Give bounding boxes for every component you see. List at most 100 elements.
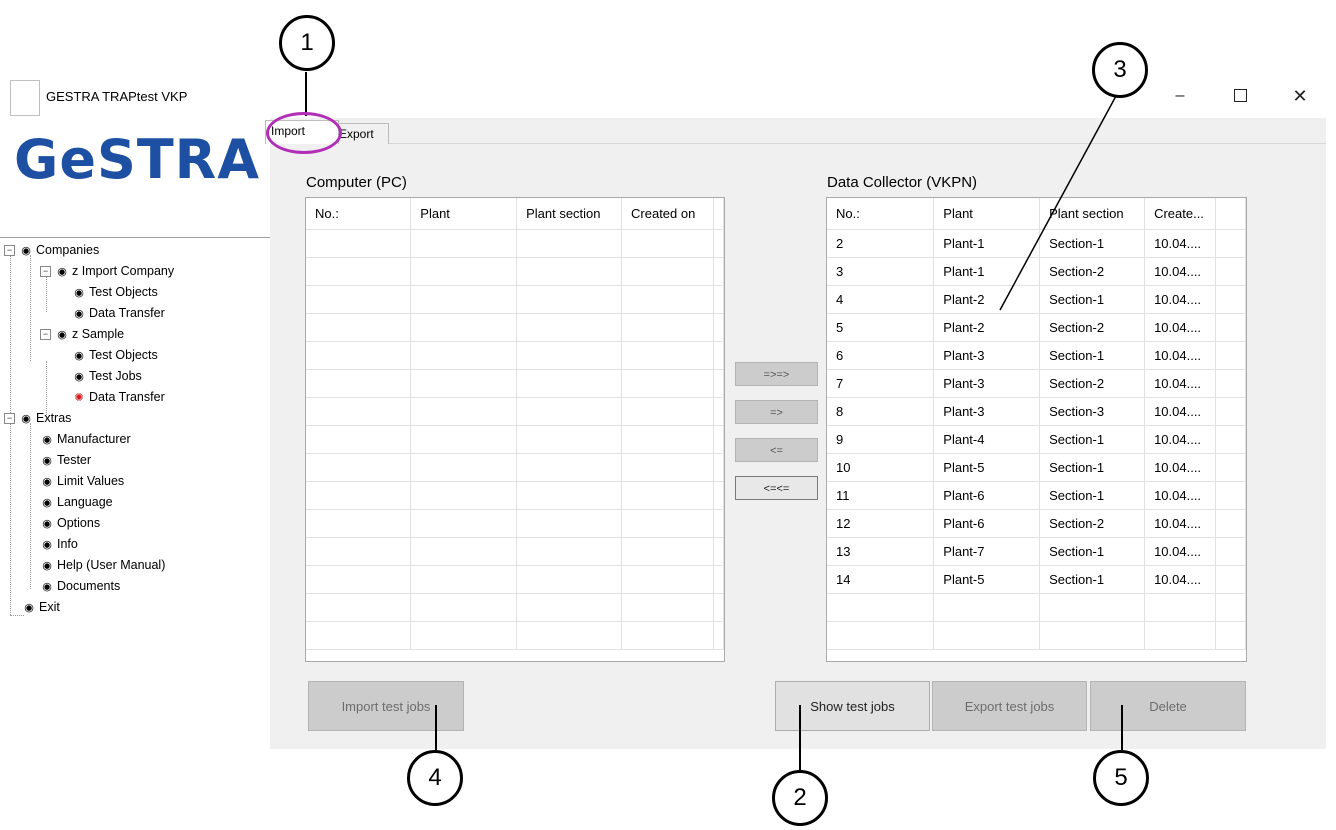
tree-node-data-transfer-active[interactable]: ✺ Data Transfer (72, 387, 164, 407)
table-row[interactable] (306, 257, 724, 286)
column-header[interactable]: No.: (306, 198, 412, 230)
tree-node-documents[interactable]: ◉ Documents (40, 576, 120, 596)
table-row[interactable]: 4 Plant-2 Section-1 10.04.... (827, 285, 1246, 314)
column-header[interactable]: Created on (621, 198, 714, 230)
table-cell (516, 313, 623, 342)
table-cell (516, 257, 623, 286)
table-row[interactable] (306, 565, 724, 594)
table-row[interactable]: 6 Plant-3 Section-1 10.04.... (827, 341, 1246, 370)
radio-bullet-icon: ◉ (57, 329, 67, 341)
move-all-right-button[interactable]: =>=> (735, 362, 818, 386)
tree-node-test-objects[interactable]: ◉ Test Objects (72, 345, 158, 365)
table-cell: Section-1 (1039, 229, 1146, 258)
tree-node-limit-values[interactable]: ◉ Limit Values (40, 471, 124, 491)
table-cell (621, 509, 714, 538)
minimize-button[interactable]: – (1170, 86, 1190, 106)
column-header[interactable]: Plant section (516, 198, 623, 230)
maximize-button[interactable] (1230, 86, 1250, 106)
move-right-button[interactable]: => (735, 400, 818, 424)
tree-node-z-sample[interactable]: − ◉ z Sample (40, 324, 124, 344)
table-cell: Plant-2 (933, 285, 1041, 314)
table-cell: Plant-3 (933, 341, 1041, 370)
table-row[interactable] (306, 341, 724, 370)
close-button[interactable]: ✕ (1290, 86, 1310, 106)
table-row[interactable] (306, 509, 724, 538)
table-row[interactable]: 9 Plant-4 Section-1 10.04.... (827, 425, 1246, 454)
table-cell (1215, 229, 1246, 258)
radio-bullet-icon: ◉ (42, 560, 52, 572)
table-cell: Section-1 (1039, 285, 1146, 314)
table-row[interactable] (306, 621, 724, 650)
column-header[interactable]: Plant (933, 198, 1041, 230)
vkpn-job-table[interactable]: No.: Plant Plant section Create... 2 Plan… (826, 197, 1247, 662)
table-cell (410, 425, 518, 454)
radio-bullet-icon: ◉ (74, 308, 84, 320)
pc-job-table[interactable]: No.: Plant Plant section Created on (305, 197, 725, 662)
tree-node-data-transfer[interactable]: ◉ Data Transfer (72, 303, 165, 323)
collapse-icon[interactable]: − (40, 266, 51, 278)
table-row[interactable]: 3 Plant-1 Section-2 10.04.... (827, 257, 1246, 286)
table-cell: Section-1 (1039, 565, 1146, 594)
tree-node-z-import-company[interactable]: − ◉ z Import Company (40, 261, 174, 281)
tree-node-companies[interactable]: − ◉ Companies (4, 240, 99, 260)
table-row[interactable] (306, 537, 724, 566)
table-cell (516, 481, 623, 510)
table-cell: Section-2 (1039, 257, 1146, 286)
tree-node-tester[interactable]: ◉ Tester (40, 450, 91, 470)
move-all-left-button[interactable]: <=<= (735, 476, 818, 500)
table-row[interactable]: 12 Plant-6 Section-2 10.04.... (827, 509, 1246, 538)
column-header[interactable]: Create... (1144, 198, 1217, 230)
table-cell (516, 593, 623, 622)
table-cell: Section-1 (1039, 341, 1146, 370)
radio-bullet-icon: ◉ (42, 539, 52, 551)
radio-bullet-icon: ◉ (42, 455, 52, 467)
table-row[interactable]: 13 Plant-7 Section-1 10.04.... (827, 537, 1246, 566)
table-cell: 10.04.... (1144, 313, 1217, 342)
table-row[interactable] (306, 285, 724, 314)
tree-node-manufacturer[interactable]: ◉ Manufacturer (40, 429, 130, 449)
collapse-icon[interactable]: − (4, 413, 15, 425)
table-row[interactable]: 8 Plant-3 Section-3 10.04.... (827, 397, 1246, 426)
column-header[interactable]: Plant section (1039, 198, 1146, 230)
table-row[interactable]: 5 Plant-2 Section-2 10.04.... (827, 313, 1246, 342)
table-row[interactable]: 7 Plant-3 Section-2 10.04.... (827, 369, 1246, 398)
table-row[interactable]: 14 Plant-5 Section-1 10.04.... (827, 565, 1246, 594)
table-row[interactable] (306, 397, 724, 426)
delete-button[interactable]: Delete (1090, 681, 1246, 731)
export-test-jobs-button[interactable]: Export test jobs (932, 681, 1087, 731)
tree-node-test-objects[interactable]: ◉ Test Objects (72, 282, 158, 302)
table-cell (1215, 369, 1246, 398)
tree-node-help[interactable]: ◉ Help (User Manual) (40, 555, 165, 575)
table-row[interactable] (306, 313, 724, 342)
column-header[interactable]: No.: (827, 198, 935, 230)
app-icon (10, 80, 40, 116)
tree-node-options[interactable]: ◉ Options (40, 513, 100, 533)
tree-node-language[interactable]: ◉ Language (40, 492, 112, 512)
table-row[interactable]: 2 Plant-1 Section-1 10.04.... (827, 229, 1246, 258)
import-test-jobs-button[interactable]: Import test jobs (308, 681, 464, 731)
tree-node-extras[interactable]: − ◉ Extras (4, 408, 71, 428)
table-row[interactable] (306, 425, 724, 454)
table-cell (933, 593, 1041, 622)
show-test-jobs-button[interactable]: Show test jobs (775, 681, 930, 731)
collapse-icon[interactable]: − (40, 329, 51, 341)
radio-bullet-icon: ◉ (57, 266, 67, 278)
radio-bullet-icon: ◉ (42, 434, 52, 446)
table-row[interactable] (306, 593, 724, 622)
table-row[interactable] (306, 481, 724, 510)
tree-node-info[interactable]: ◉ Info (40, 534, 78, 554)
table-row[interactable] (306, 453, 724, 482)
collapse-icon[interactable]: − (4, 245, 15, 257)
table-row[interactable]: 10 Plant-5 Section-1 10.04.... (827, 453, 1246, 482)
table-row[interactable] (306, 229, 724, 258)
table-row[interactable]: 11 Plant-6 Section-1 10.04.... (827, 481, 1246, 510)
table-row[interactable] (827, 593, 1246, 622)
table-row[interactable] (306, 369, 724, 398)
tree-node-exit[interactable]: ◉ Exit (22, 597, 60, 617)
move-left-button[interactable]: <= (735, 438, 818, 462)
table-row[interactable] (827, 621, 1246, 650)
table-cell (1215, 481, 1246, 510)
tree-node-test-jobs[interactable]: ◉ Test Jobs (72, 366, 142, 386)
column-header[interactable]: Plant (410, 198, 518, 230)
table-cell (306, 341, 412, 370)
